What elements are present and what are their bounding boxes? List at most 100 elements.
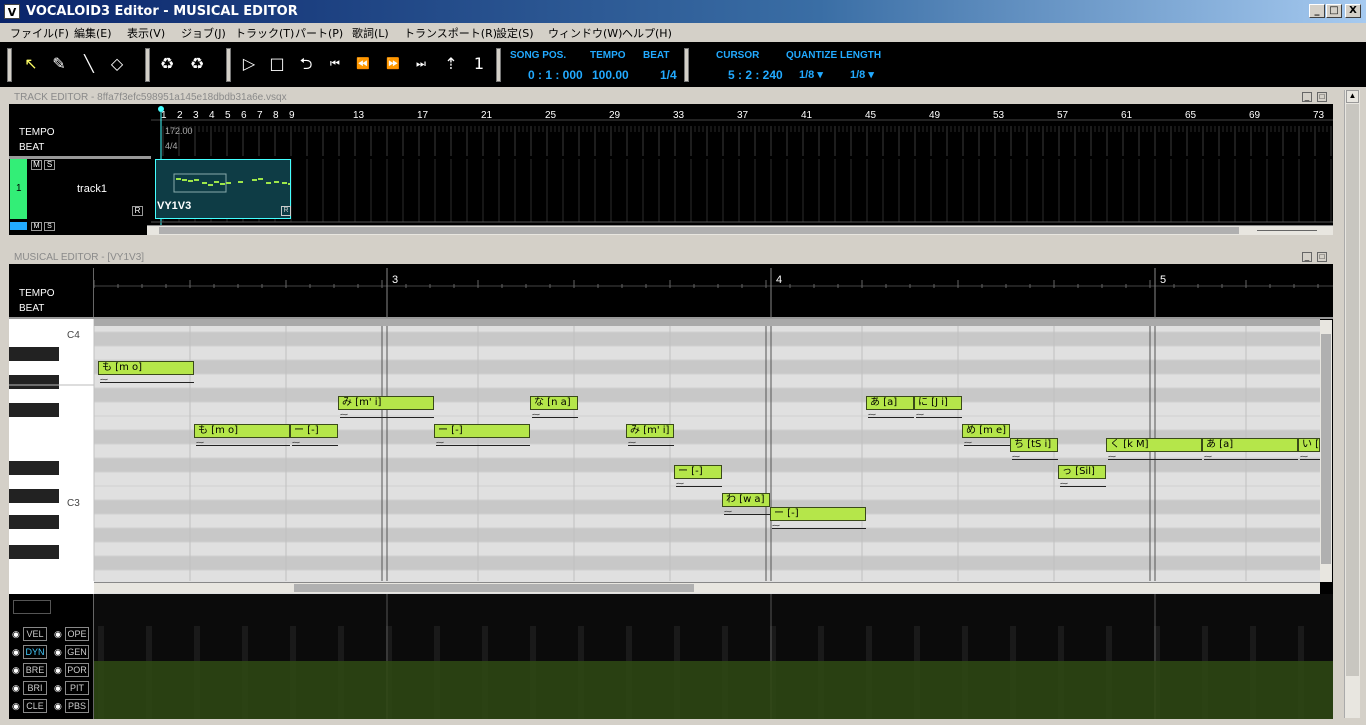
minimize-button[interactable]: _ (1309, 4, 1325, 18)
note-9[interactable]: わ [w a] (722, 493, 770, 507)
note-3[interactable]: ー [-] (290, 424, 338, 438)
note-5[interactable]: ー [-] (434, 424, 530, 438)
track-timeline[interactable]: 1 2 3 4 5 6 7 8 9 13 17 21 25 29 33 37 41 45 49 53 57 61 65 69 7… (151, 104, 1333, 235)
stop-icon[interactable]: □ (266, 52, 288, 76)
menu-job[interactable]: ジョブ(J) (181, 25, 226, 41)
menu-edit[interactable]: 編集(E) (74, 25, 112, 41)
menu-help[interactable]: ヘルプ(H) (622, 25, 672, 41)
eye-icon[interactable]: ◉ (12, 683, 20, 694)
eye-icon[interactable]: ◉ (54, 683, 62, 694)
track-hscroll-thumb[interactable] (159, 227, 1239, 234)
vibrato-icon[interactable]: ⁓ (628, 439, 674, 447)
vibrato-icon[interactable]: ⁓ (1300, 453, 1320, 461)
ctrl-button-ope[interactable]: OPE (65, 627, 89, 641)
maximize-button[interactable]: □ (1326, 4, 1342, 18)
piano-hscroll[interactable] (94, 582, 1320, 593)
ctrl-button-vel[interactable]: VEL (23, 627, 47, 641)
track-2-number[interactable] (10, 222, 27, 230)
menu-window[interactable]: ウィンドウ(W) (548, 25, 622, 41)
line-tool-icon[interactable]: ╲ (78, 52, 100, 76)
piano-vscroll-thumb[interactable] (1321, 334, 1331, 564)
vibrato-icon[interactable]: ⁓ (772, 522, 866, 530)
menu-settings[interactable]: 設定(S) (496, 25, 534, 41)
menu-view[interactable]: 表示(V) (127, 25, 165, 41)
menu-lyrics[interactable]: 歌詞(L) (352, 25, 389, 41)
fast-forward-icon[interactable]: ⏩ (382, 52, 404, 76)
panel-maximize-icon[interactable]: □ (1317, 252, 1327, 262)
eye-icon[interactable]: ◉ (54, 701, 62, 712)
vibrato-icon[interactable]: ⁓ (100, 376, 194, 384)
vibrato-icon[interactable]: ⁓ (1108, 453, 1202, 461)
vibrato-icon[interactable]: ⁓ (916, 411, 962, 419)
solo-button[interactable]: S (44, 222, 55, 231)
note-6[interactable]: な [n a] (530, 396, 578, 410)
start-marker-icon[interactable]: ⇡ (440, 52, 462, 76)
vibrato-icon[interactable]: ⁓ (1060, 480, 1106, 488)
vibrato-icon[interactable]: ⁓ (964, 439, 1010, 447)
vibrato-icon[interactable]: ⁓ (868, 411, 914, 419)
note-1[interactable]: も [m o] (98, 361, 194, 375)
ctrl-button-por[interactable]: POR (65, 663, 89, 677)
musical-ruler[interactable] (94, 268, 1333, 318)
vibrato-icon[interactable]: ⁓ (676, 480, 722, 488)
ctrl-button-bri[interactable]: BRI (23, 681, 47, 695)
zoom-slider[interactable] (1257, 228, 1317, 231)
menu-file[interactable]: ファイル(F) (10, 25, 69, 41)
arrow-tool-icon[interactable]: ↖ (20, 52, 42, 76)
piano-vscroll[interactable] (1320, 320, 1332, 582)
track-hscroll[interactable] (147, 225, 1333, 235)
eraser-tool-icon[interactable]: ◇ (106, 52, 128, 76)
main-vscroll[interactable]: ▲ (1344, 90, 1360, 718)
panel-minimize-icon[interactable]: _ (1302, 92, 1312, 102)
vibrato-icon[interactable]: ⁓ (196, 439, 290, 447)
scroll-up-icon[interactable]: ▲ (1346, 90, 1359, 103)
track-number[interactable]: 1 (10, 159, 27, 219)
close-button[interactable]: X (1345, 4, 1361, 18)
note-17[interactable]: あ [a] (1202, 438, 1298, 452)
render-all-icon[interactable]: ♻ (186, 52, 208, 76)
panel-maximize-icon[interactable]: □ (1317, 92, 1327, 102)
ctrl-button-dyn[interactable]: DYN (23, 645, 47, 659)
eye-icon[interactable]: ◉ (12, 647, 20, 658)
note-13[interactable]: め [m e] (962, 424, 1010, 438)
length-select[interactable]: 1/8 ▾ (850, 68, 874, 81)
menu-part[interactable]: パート(P) (295, 25, 343, 41)
go-end-icon[interactable]: ⏭ (410, 52, 432, 76)
record-button[interactable]: R (132, 206, 143, 216)
ctrl-button-pit[interactable]: PIT (65, 681, 89, 695)
note-11[interactable]: あ [a] (866, 396, 914, 410)
mute-button[interactable]: M (31, 222, 42, 231)
eye-icon[interactable]: ◉ (12, 629, 20, 640)
note-15[interactable]: っ [Sil] (1058, 465, 1106, 479)
play-icon[interactable]: ▷ (238, 52, 260, 76)
vibrato-icon[interactable]: ⁓ (340, 411, 434, 419)
vibrato-icon[interactable]: ⁓ (1012, 453, 1058, 461)
note-16[interactable]: く [k M] (1106, 438, 1202, 452)
eye-icon[interactable]: ◉ (54, 665, 62, 676)
note-18[interactable]: い [i] (1298, 438, 1320, 452)
render-part-icon[interactable]: ♻ (156, 52, 178, 76)
note-10[interactable]: ー [-] (770, 507, 866, 521)
eye-icon[interactable]: ◉ (54, 629, 62, 640)
note-4[interactable]: み [m' i] (338, 396, 434, 410)
note-7[interactable]: み [m' i] (626, 424, 674, 438)
rewind-icon[interactable]: ⏪ (352, 52, 374, 76)
panel-minimize-icon[interactable]: _ (1302, 252, 1312, 262)
pencil-tool-icon[interactable]: ✎ (48, 52, 70, 76)
piano-hscroll-thumb[interactable] (294, 584, 694, 592)
note-14[interactable]: ち [tS i] (1010, 438, 1058, 452)
vibrato-icon[interactable]: ⁓ (292, 439, 338, 447)
go-start-icon[interactable]: ⏮ (324, 52, 346, 76)
ctrl-button-gen[interactable]: GEN (65, 645, 89, 659)
eye-icon[interactable]: ◉ (54, 647, 62, 658)
vsq-part[interactable]: VY1V3 R (155, 159, 291, 219)
vibrato-icon[interactable]: ⁓ (724, 508, 770, 516)
ctrl-button-bre[interactable]: BRE (23, 663, 47, 677)
eye-icon[interactable]: ◉ (12, 665, 20, 676)
main-vscroll-thumb[interactable] (1346, 104, 1359, 676)
vibrato-icon[interactable]: ⁓ (436, 439, 530, 447)
quantize-select[interactable]: 1/8 ▾ (799, 68, 823, 81)
note-2[interactable]: も [m o] (194, 424, 290, 438)
vibrato-icon[interactable]: ⁓ (532, 411, 578, 419)
ctrl-button-cle[interactable]: CLE (23, 699, 47, 713)
